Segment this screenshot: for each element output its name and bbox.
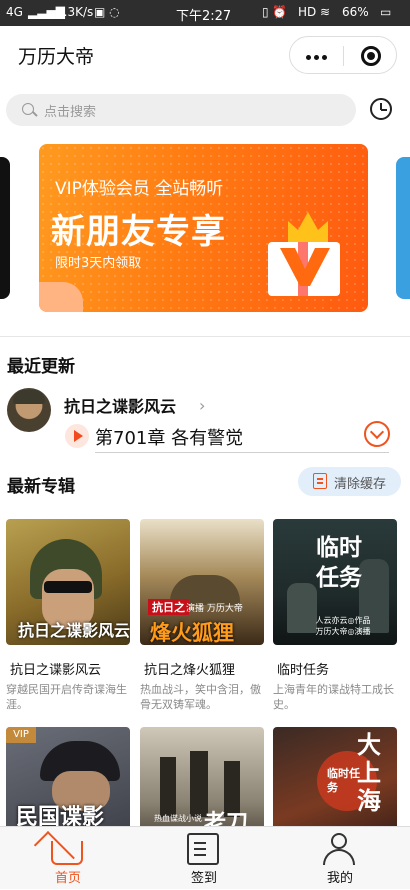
banner-line1: VIP体验会员 全站畅听: [55, 179, 224, 199]
section-divider: [0, 336, 410, 337]
network-label: 4G: [6, 5, 23, 19]
home-icon-body: [51, 841, 83, 865]
search-bar[interactable]: 点击搜索: [6, 94, 356, 126]
battery-icon: ▭: [380, 5, 392, 19]
clock-time: 下午2:27: [176, 9, 232, 24]
more-dots-icon[interactable]: [306, 55, 328, 60]
bottom-tab-bar: 首页 签到 我的: [0, 826, 410, 889]
album-cover-subtitle: 抗日之: [148, 599, 189, 615]
album-desc: 热血战斗，笑中含泪，傲骨无双铸军魂。: [140, 683, 261, 711]
album-cover[interactable]: 抗日之谍影风云: [6, 519, 130, 645]
album-cover-title: 抗日之谍影风云: [18, 621, 130, 640]
album-title: 抗日之烽火狐狸: [144, 663, 236, 678]
banner-line3: 限时3天内领取: [55, 256, 142, 271]
album-cover-title: 临时任务: [316, 535, 362, 591]
tab-label: 签到: [190, 871, 217, 886]
search-icon: [22, 103, 34, 115]
broom-icon: [313, 473, 327, 489]
album-title: 临时任务: [277, 663, 330, 678]
banner-line2: 新朋友专享: [51, 212, 226, 252]
tab-checkin[interactable]: 签到: [136, 827, 272, 890]
chevron-down-icon[interactable]: [364, 421, 390, 447]
recent-album-avatar[interactable]: [7, 388, 51, 432]
album-cover-credit: 演播 万历大帝: [186, 604, 243, 614]
clear-cache-button[interactable]: 清除缓存: [298, 467, 401, 496]
network-speed: 0.3K/s: [56, 5, 94, 19]
album-cover-title: 烽火狐狸: [150, 621, 234, 645]
user-icon: [323, 833, 355, 865]
album-cover[interactable]: 临时任务 人云亦云◎作品 万历大帝◎演播: [273, 519, 397, 645]
gift-box-icon: [244, 204, 354, 300]
albums-section-title: 最新专辑: [7, 477, 75, 497]
recent-section-title: 最近更新: [7, 357, 75, 377]
recent-chapter[interactable]: 第701章 各有警觉: [95, 424, 243, 450]
clear-cache-label: 清除缓存: [334, 477, 387, 492]
album-cover-credit: 临时任务: [327, 767, 360, 794]
album-cover-credit: 人云亦云◎作品 万历大帝◎演播: [315, 616, 371, 636]
hd-label: HD: [298, 5, 317, 19]
carousel-next-slide[interactable]: [396, 157, 410, 299]
album-cover-credit: 热血谍战小说: [154, 814, 202, 823]
hand-illustration: [39, 282, 83, 312]
tab-label: 首页: [54, 871, 81, 886]
capsule-divider: [343, 46, 344, 66]
carousel-prev-slide[interactable]: [0, 157, 10, 299]
album-desc: 上海青年的谍战特工成长史。: [273, 683, 394, 711]
tab-label: 我的: [326, 871, 353, 886]
clock-icon[interactable]: [370, 98, 392, 120]
search-placeholder: 点击搜索: [44, 105, 97, 120]
album-cover[interactable]: 抗日之 演播 万历大帝 烽火狐狸: [140, 519, 264, 645]
app-header: 万历大帝: [0, 26, 410, 84]
app-notification-icon: ▣ ◌: [94, 5, 120, 19]
vip-badge: VIP: [6, 727, 36, 743]
album-title: 抗日之谍影风云: [10, 663, 102, 678]
tab-home[interactable]: 首页: [0, 827, 136, 890]
wifi-icon: ≋: [320, 5, 331, 19]
battery-level: 66%: [342, 5, 369, 19]
vip-banner[interactable]: VIP体验会员 全站畅听 新朋友专享 限时3天内领取: [39, 144, 368, 312]
status-bar: 4G ▂▃▅▇ 0.3K/s ▣ ◌ 下午2:27 ▯ ⏰ HD ≋ 66% ▭: [0, 0, 410, 26]
checkin-icon: [187, 833, 219, 865]
chapter-underline: [95, 452, 389, 453]
play-icon[interactable]: [65, 424, 89, 448]
chevron-right-icon[interactable]: ›: [199, 396, 205, 415]
page-title: 万历大帝: [18, 46, 95, 68]
tab-me[interactable]: 我的: [272, 827, 408, 890]
album-desc: 穿越民国开启传奇谍海生涯。: [6, 683, 127, 711]
target-icon[interactable]: [361, 46, 381, 66]
mini-program-capsule: [289, 36, 397, 74]
vibrate-icon: ▯ ⏰: [262, 5, 288, 19]
recent-album-name[interactable]: 抗日之谍影风云: [64, 393, 176, 417]
